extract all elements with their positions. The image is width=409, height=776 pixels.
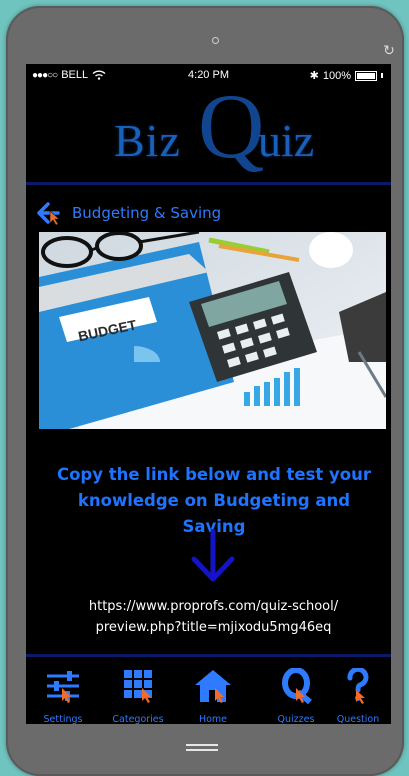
tab-quizzes-label: Quizzes [277, 714, 315, 724]
app-screen: ●●●○○ BELL 4:20 PM ✱ 100% Q Biz uiz Budg… [26, 64, 391, 724]
tab-home-label: Home [198, 714, 228, 724]
settings-sliders-icon [47, 671, 79, 703]
tab-categories[interactable]: Categories [103, 668, 173, 724]
budget-illustration: BUDGET [39, 232, 386, 429]
quiz-link[interactable]: https://www.proprofs.com/quiz-school/ pr… [46, 596, 381, 638]
tab-settings[interactable]: Settings [28, 668, 98, 724]
battery-percent: 100% [322, 69, 351, 82]
bottom-tab-bar: Settings Categories Home Quizzes Questio… [26, 658, 391, 724]
down-arrow-icon [191, 529, 235, 582]
tabbar-divider [26, 654, 391, 657]
home-icon [195, 670, 231, 703]
tab-question-label: Question [336, 714, 380, 724]
tab-quizzes[interactable]: Quizzes [261, 667, 331, 724]
grid-icon [124, 670, 152, 703]
rotate-icon[interactable]: ↻ [380, 42, 398, 60]
tab-categories-label: Categories [112, 714, 164, 724]
budget-photo: BUDGET [39, 232, 386, 429]
logo-q: Q [198, 75, 265, 177]
question-mark-icon [347, 666, 369, 704]
battery-icon [355, 70, 377, 81]
back-arrow-icon[interactable] [36, 201, 64, 225]
bizquiz-logo: Q Biz uiz [26, 80, 391, 181]
device-home-button[interactable] [186, 744, 218, 756]
header-divider [26, 182, 391, 185]
back-navigation[interactable]: Budgeting & Saving [36, 198, 221, 228]
tab-question[interactable]: Question [323, 666, 391, 724]
logo-biz: Biz [114, 115, 181, 166]
camera-dot [212, 37, 219, 44]
quiz-q-icon [282, 667, 312, 705]
quiz-link-line1[interactable]: https://www.proprofs.com/quiz-school/ [46, 596, 381, 617]
tab-home[interactable]: Home [178, 668, 248, 724]
page-title[interactable]: Budgeting & Saving [72, 204, 221, 222]
logo-uiz: uiz [258, 115, 315, 166]
bluetooth-icon: ✱ [309, 70, 319, 82]
quiz-link-line2[interactable]: preview.php?title=mjixodu5mg46eq [46, 617, 381, 638]
tab-settings-label: Settings [43, 714, 83, 724]
